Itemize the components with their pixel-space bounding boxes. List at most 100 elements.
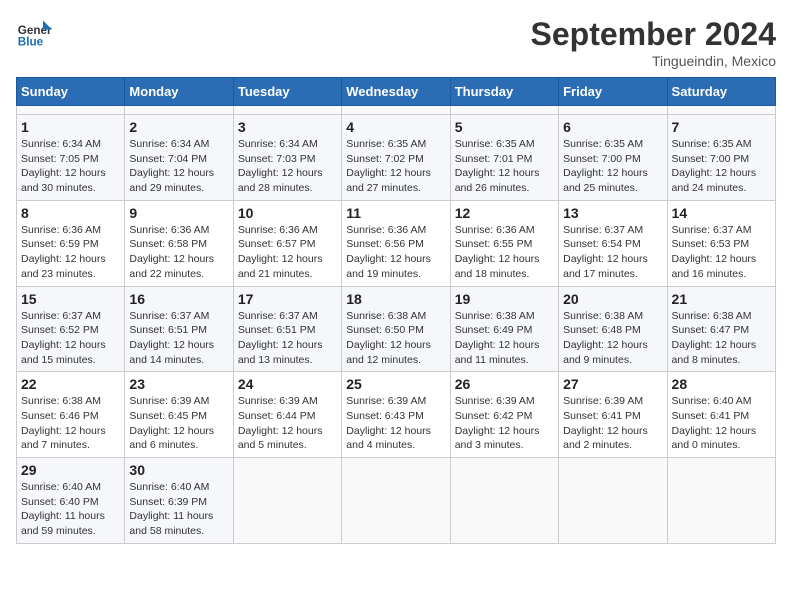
calendar-week-2: 8Sunrise: 6:36 AMSunset: 6:59 PMDaylight… [17, 200, 776, 286]
day-info: Sunrise: 6:40 AMSunset: 6:39 PMDaylight:… [129, 480, 228, 539]
day-info: Sunrise: 6:35 AMSunset: 7:02 PMDaylight:… [346, 137, 445, 196]
day-number: 6 [563, 119, 662, 135]
day-number: 28 [672, 376, 771, 392]
weekday-header-sunday: Sunday [17, 78, 125, 106]
calendar-cell: 24 Sunrise: 6:39 AMSunset: 6:44 PMDayligh… [233, 372, 341, 458]
day-info: Sunrise: 6:38 AMSunset: 6:49 PMDaylight:… [455, 309, 554, 368]
day-number: 4 [346, 119, 445, 135]
day-number: 20 [563, 291, 662, 307]
day-info: Sunrise: 6:38 AMSunset: 6:47 PMDaylight:… [672, 309, 771, 368]
calendar-cell: 27Sunrise: 6:39 AMSunset: 6:41 PMDayligh… [559, 372, 667, 458]
day-info: Sunrise: 6:34 AMSunset: 7:04 PMDaylight:… [129, 137, 228, 196]
calendar-cell: 29 Sunrise: 6:40 AMSunset: 6:40 PMDayligh… [17, 458, 125, 544]
day-number: 26 [455, 376, 554, 392]
day-number: 9 [129, 205, 228, 221]
day-number: 7 [672, 119, 771, 135]
day-info: Sunrise: 6:39 AMSunset: 6:42 PMDaylight:… [455, 394, 554, 453]
calendar-week-3: 15Sunrise: 6:37 AMSunset: 6:52 PMDayligh… [17, 286, 776, 372]
day-number: 11 [346, 205, 445, 221]
day-number: 27 [563, 376, 662, 392]
day-info: Sunrise: 6:35 AMSunset: 7:00 PMDaylight:… [563, 137, 662, 196]
day-info: Sunrise: 6:37 AMSunset: 6:51 PMDaylight:… [129, 309, 228, 368]
day-info: Sunrise: 6:36 AMSunset: 6:59 PMDaylight:… [21, 223, 120, 282]
calendar-week-4: 22 Sunrise: 6:38 AMSunset: 6:46 PMDayligh… [17, 372, 776, 458]
calendar-cell [342, 458, 450, 544]
weekday-header-monday: Monday [125, 78, 233, 106]
calendar-cell [450, 458, 558, 544]
day-number: 14 [672, 205, 771, 221]
calendar-cell: 22 Sunrise: 6:38 AMSunset: 6:46 PMDayligh… [17, 372, 125, 458]
day-info: Sunrise: 6:37 AMSunset: 6:52 PMDaylight:… [21, 309, 120, 368]
day-info: Sunrise: 6:40 AMSunset: 6:40 PMDaylight:… [21, 480, 120, 539]
calendar-cell: 21 Sunrise: 6:38 AMSunset: 6:47 PMDayligh… [667, 286, 775, 372]
day-info: Sunrise: 6:36 AMSunset: 6:58 PMDaylight:… [129, 223, 228, 282]
day-number: 16 [129, 291, 228, 307]
page-header: General Blue September 2024 Tingueindin,… [16, 16, 776, 69]
calendar-cell: 19Sunrise: 6:38 AMSunset: 6:49 PMDayligh… [450, 286, 558, 372]
day-number: 13 [563, 205, 662, 221]
logo-icon: General Blue [16, 16, 52, 52]
day-info: Sunrise: 6:38 AMSunset: 6:46 PMDaylight:… [21, 394, 120, 453]
day-info: Sunrise: 6:36 AMSunset: 6:57 PMDaylight:… [238, 223, 337, 282]
day-number: 24 [238, 376, 337, 392]
day-info: Sunrise: 6:36 AMSunset: 6:55 PMDaylight:… [455, 223, 554, 282]
day-number: 22 [21, 376, 120, 392]
calendar-table: SundayMondayTuesdayWednesdayThursdayFrid… [16, 77, 776, 544]
day-number: 23 [129, 376, 228, 392]
calendar-cell: 11 Sunrise: 6:36 AMSunset: 6:56 PMDayligh… [342, 200, 450, 286]
month-title: September 2024 [531, 16, 776, 53]
calendar-cell: 9 Sunrise: 6:36 AMSunset: 6:58 PMDaylight… [125, 200, 233, 286]
day-info: Sunrise: 6:34 AMSunset: 7:03 PMDaylight:… [238, 137, 337, 196]
calendar-cell: 1 Sunrise: 6:34 AMSunset: 7:05 PMDaylight… [17, 115, 125, 201]
day-number: 12 [455, 205, 554, 221]
day-info: Sunrise: 6:39 AMSunset: 6:43 PMDaylight:… [346, 394, 445, 453]
day-number: 21 [672, 291, 771, 307]
weekday-header-tuesday: Tuesday [233, 78, 341, 106]
day-number: 10 [238, 205, 337, 221]
calendar-week-1: 1 Sunrise: 6:34 AMSunset: 7:05 PMDaylight… [17, 115, 776, 201]
calendar-cell: 8Sunrise: 6:36 AMSunset: 6:59 PMDaylight… [17, 200, 125, 286]
calendar-cell [342, 106, 450, 115]
day-info: Sunrise: 6:39 AMSunset: 6:44 PMDaylight:… [238, 394, 337, 453]
calendar-cell [125, 106, 233, 115]
calendar-cell: 2 Sunrise: 6:34 AMSunset: 7:04 PMDaylight… [125, 115, 233, 201]
day-info: Sunrise: 6:37 AMSunset: 6:54 PMDaylight:… [563, 223, 662, 282]
weekday-header-thursday: Thursday [450, 78, 558, 106]
day-info: Sunrise: 6:37 AMSunset: 6:51 PMDaylight:… [238, 309, 337, 368]
weekday-header-saturday: Saturday [667, 78, 775, 106]
day-info: Sunrise: 6:34 AMSunset: 7:05 PMDaylight:… [21, 137, 120, 196]
calendar-week-0 [17, 106, 776, 115]
calendar-cell: 25Sunrise: 6:39 AMSunset: 6:43 PMDayligh… [342, 372, 450, 458]
calendar-cell: 7 Sunrise: 6:35 AMSunset: 7:00 PMDaylight… [667, 115, 775, 201]
calendar-cell: 26 Sunrise: 6:39 AMSunset: 6:42 PMDayligh… [450, 372, 558, 458]
calendar-cell: 17 Sunrise: 6:37 AMSunset: 6:51 PMDayligh… [233, 286, 341, 372]
calendar-cell: 3Sunrise: 6:34 AMSunset: 7:03 PMDaylight… [233, 115, 341, 201]
day-number: 18 [346, 291, 445, 307]
day-number: 1 [21, 119, 120, 135]
day-info: Sunrise: 6:39 AMSunset: 6:45 PMDaylight:… [129, 394, 228, 453]
calendar-cell: 30 Sunrise: 6:40 AMSunset: 6:39 PMDayligh… [125, 458, 233, 544]
calendar-cell: 28Sunrise: 6:40 AMSunset: 6:41 PMDayligh… [667, 372, 775, 458]
day-number: 17 [238, 291, 337, 307]
day-info: Sunrise: 6:37 AMSunset: 6:53 PMDaylight:… [672, 223, 771, 282]
weekday-header-row: SundayMondayTuesdayWednesdayThursdayFrid… [17, 78, 776, 106]
day-info: Sunrise: 6:36 AMSunset: 6:56 PMDaylight:… [346, 223, 445, 282]
logo: General Blue [16, 16, 52, 52]
day-info: Sunrise: 6:35 AMSunset: 7:01 PMDaylight:… [455, 137, 554, 196]
calendar-cell: 5Sunrise: 6:35 AMSunset: 7:01 PMDaylight… [450, 115, 558, 201]
calendar-cell [667, 106, 775, 115]
weekday-header-wednesday: Wednesday [342, 78, 450, 106]
calendar-cell: 14 Sunrise: 6:37 AMSunset: 6:53 PMDayligh… [667, 200, 775, 286]
calendar-cell [559, 106, 667, 115]
calendar-cell [450, 106, 558, 115]
day-number: 2 [129, 119, 228, 135]
calendar-cell [233, 458, 341, 544]
weekday-header-friday: Friday [559, 78, 667, 106]
calendar-week-5: 29 Sunrise: 6:40 AMSunset: 6:40 PMDayligh… [17, 458, 776, 544]
calendar-cell: 20Sunrise: 6:38 AMSunset: 6:48 PMDayligh… [559, 286, 667, 372]
calendar-cell [667, 458, 775, 544]
title-block: September 2024 Tingueindin, Mexico [531, 16, 776, 69]
day-number: 29 [21, 462, 120, 478]
day-number: 30 [129, 462, 228, 478]
day-info: Sunrise: 6:35 AMSunset: 7:00 PMDaylight:… [672, 137, 771, 196]
